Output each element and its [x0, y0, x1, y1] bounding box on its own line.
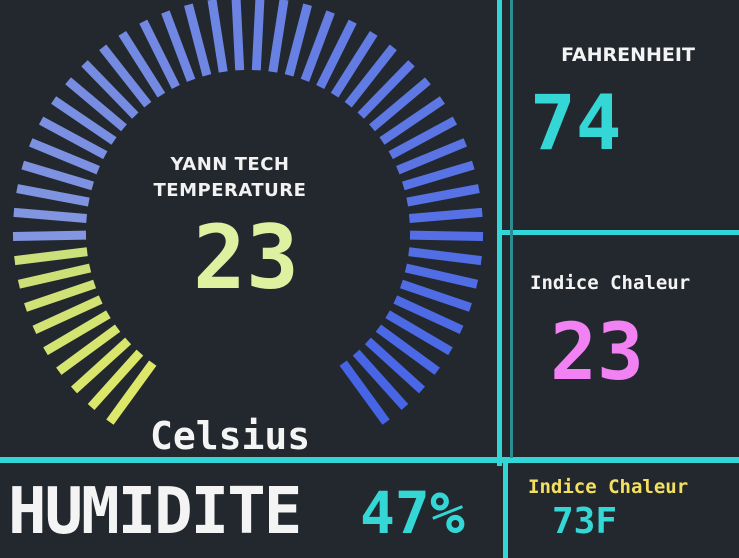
- humidity-value: 47%: [360, 479, 465, 547]
- right-horizontal-divider-1: [502, 230, 739, 235]
- fahrenheit-value: 74: [530, 78, 622, 167]
- gauge-tick: [70, 337, 132, 394]
- gauge-title-line2: TEMPERATURE: [153, 180, 307, 201]
- gauge-tick: [106, 360, 157, 425]
- fahrenheit-label: FAHRENHEIT: [561, 44, 695, 66]
- gauge-tick: [268, 0, 289, 73]
- gauge-tick: [339, 360, 390, 425]
- vertical-divider-bottom: [503, 463, 508, 558]
- gauge-tick: [408, 247, 482, 266]
- gauge-tick: [284, 3, 312, 77]
- gauge-title-line1: YANN TECH: [170, 154, 290, 175]
- gauge-tick: [364, 337, 426, 394]
- gauge-tick: [14, 247, 88, 266]
- celsius-value: 23: [193, 206, 299, 309]
- heat-index-f-label: Indice Chaleur: [528, 476, 689, 498]
- gauge-tick: [352, 349, 409, 411]
- gauge-tick: [231, 0, 245, 71]
- gauge-tick: [184, 3, 212, 77]
- heat-index-f-value: 73F: [552, 501, 618, 542]
- gauge-tick: [409, 230, 484, 241]
- gauge-tick: [16, 184, 90, 207]
- right-inner-vertical-line: [510, 0, 513, 458]
- gauge-tick: [17, 263, 92, 289]
- gauge-tick: [251, 0, 265, 71]
- gauge-tick: [81, 60, 139, 119]
- gauge-tick: [357, 60, 415, 119]
- gauge-tick: [404, 263, 479, 289]
- humidity-label: HUMIDITE: [8, 475, 302, 549]
- gauge-tick: [207, 0, 228, 73]
- celsius-unit-label: Celsius: [150, 414, 311, 458]
- heat-index-label: Indice Chaleur: [530, 272, 691, 294]
- gauge-tick: [12, 230, 87, 241]
- gauge-tick: [87, 349, 144, 411]
- gauge-tick: [13, 207, 87, 223]
- gauge-tick: [409, 207, 483, 223]
- gauge-tick: [406, 184, 480, 207]
- heat-index-value: 23: [550, 308, 644, 398]
